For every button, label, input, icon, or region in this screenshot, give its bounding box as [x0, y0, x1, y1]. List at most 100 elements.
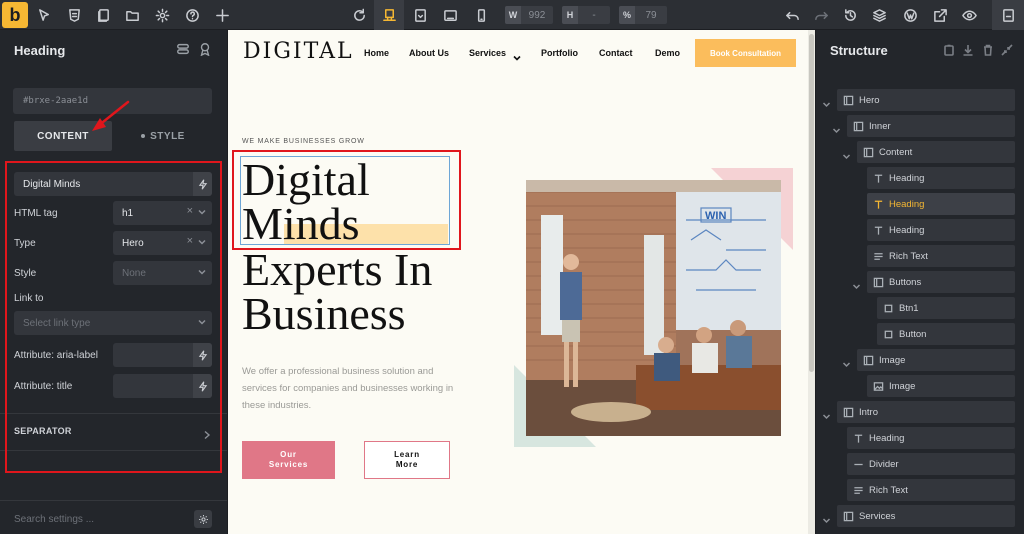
- hero-description[interactable]: We offer a professional business solutio…: [242, 363, 462, 414]
- book-consultation-button[interactable]: Book Consultation: [695, 39, 796, 67]
- structure-item-label: Image: [879, 354, 906, 366]
- collapse-icon[interactable]: [1001, 43, 1013, 56]
- nav-home[interactable]: Home: [364, 48, 389, 58]
- structure-item-heading[interactable]: Heading: [867, 167, 1015, 189]
- tree-toggle-chevron-icon[interactable]: [842, 148, 851, 160]
- wordpress-icon[interactable]: [900, 5, 920, 25]
- refresh-icon[interactable]: [349, 5, 369, 25]
- text-icon: [847, 427, 869, 449]
- structure-item-buttons[interactable]: Buttons: [867, 271, 1015, 293]
- structure-item-rich-text[interactable]: Rich Text: [847, 479, 1015, 501]
- structure-item-heading[interactable]: Heading: [867, 219, 1015, 241]
- structure-item-label: Heading: [889, 198, 925, 210]
- annotation-arrow: [92, 100, 130, 131]
- section-icon: [837, 505, 859, 527]
- nav-contact[interactable]: Contact: [599, 48, 633, 58]
- structure-item-divider[interactable]: Divider: [847, 453, 1015, 475]
- history-icon[interactable]: [840, 5, 860, 25]
- height-value: -: [592, 9, 596, 21]
- help-icon[interactable]: [182, 5, 202, 25]
- structure-item-image[interactable]: Image: [867, 375, 1015, 397]
- zoom-value: 79: [645, 9, 657, 21]
- structure-item-label: Inner: [869, 120, 891, 132]
- structure-item-button[interactable]: Button: [877, 323, 1015, 345]
- shield-icon[interactable]: [64, 5, 84, 25]
- settings-gear-button[interactable]: [194, 510, 212, 528]
- divider: [0, 500, 227, 501]
- structure-item-heading[interactable]: Heading: [867, 193, 1015, 215]
- toggle-icon[interactable]: [176, 42, 190, 56]
- gear-icon[interactable]: [152, 5, 172, 25]
- nav-services[interactable]: Services: [469, 48, 506, 58]
- tree-toggle-chevron-icon[interactable]: [822, 512, 831, 524]
- structure-item-intro[interactable]: Intro: [837, 401, 1015, 423]
- save-icon[interactable]: [998, 5, 1018, 25]
- tree-toggle-chevron-icon[interactable]: [822, 408, 831, 420]
- divider-icon: [847, 453, 869, 475]
- container-icon: [857, 349, 879, 371]
- our-services-button[interactable]: Our Services: [242, 441, 335, 479]
- undo-icon[interactable]: [782, 5, 802, 25]
- style-tab-dot: [141, 134, 146, 138]
- tablet-landscape-icon[interactable]: [410, 5, 430, 25]
- external-link-icon[interactable]: [930, 5, 950, 25]
- structure-item-btn1[interactable]: Btn1: [877, 297, 1015, 319]
- search-settings-input[interactable]: Search settings ...: [14, 514, 94, 525]
- redo-icon[interactable]: [811, 5, 831, 25]
- structure-item-content[interactable]: Content: [857, 141, 1015, 163]
- tree-toggle-chevron-icon[interactable]: [832, 122, 841, 134]
- award-icon[interactable]: [198, 42, 212, 57]
- structure-item-label: Intro: [859, 406, 879, 418]
- tree-toggle-chevron-icon[interactable]: [842, 356, 851, 368]
- structure-item-heading[interactable]: Heading: [847, 427, 1015, 449]
- nav-portfolio[interactable]: Portfolio: [541, 48, 578, 58]
- width-value: 992: [528, 9, 546, 21]
- image-icon: [867, 375, 889, 397]
- learn-more-button[interactable]: Learn More: [364, 441, 450, 479]
- trash-icon[interactable]: [982, 43, 994, 56]
- page-canvas[interactable]: DIGITAL Home About Us Services Portfolio…: [228, 30, 815, 534]
- mobile-icon[interactable]: [471, 5, 491, 25]
- hero-heading-line[interactable]: Experts In: [242, 247, 432, 293]
- structure-item-image[interactable]: Image: [857, 349, 1015, 371]
- structure-item-hero[interactable]: Hero: [837, 89, 1015, 111]
- hero-heading-line[interactable]: Business: [242, 291, 406, 337]
- canvas-scrollbar-thumb[interactable]: [809, 34, 814, 372]
- element-settings-panel: Heading #brxe-2aae1d CONTENT STYLE Digit…: [0, 30, 228, 534]
- builder-logo[interactable]: b: [2, 2, 28, 28]
- preview-eye-icon[interactable]: [959, 5, 979, 25]
- structure-panel: Structure Hero Inner Content Heading Heading…: [815, 30, 1024, 534]
- structure-item-services[interactable]: Services: [837, 505, 1015, 527]
- height-field[interactable]: H -: [562, 6, 610, 24]
- structure-item-rich-text[interactable]: Rich Text: [867, 245, 1015, 267]
- button-line: Our: [280, 450, 297, 459]
- tree-toggle-chevron-icon[interactable]: [852, 278, 861, 290]
- structure-item-label: Rich Text: [889, 250, 928, 262]
- annotation-highlight-box: [5, 161, 222, 473]
- nav-about-us[interactable]: About Us: [409, 48, 449, 58]
- structure-item-label: Button: [899, 328, 927, 340]
- nav-demo[interactable]: Demo: [655, 48, 680, 58]
- annotation-heading-highlight: [232, 150, 461, 250]
- site-logo[interactable]: DIGITAL: [243, 39, 354, 64]
- cursor-icon[interactable]: [34, 5, 54, 25]
- layers-icon[interactable]: [869, 5, 889, 25]
- hero-office-image[interactable]: WIN: [526, 180, 781, 436]
- folder-icon[interactable]: [122, 5, 142, 25]
- button-line: More: [395, 460, 419, 469]
- download-icon[interactable]: [962, 43, 974, 56]
- width-label: W: [505, 6, 521, 24]
- panel-title: Heading: [14, 43, 66, 58]
- zoom-field[interactable]: % 79: [619, 6, 667, 24]
- pages-icon[interactable]: [93, 5, 113, 25]
- structure-item-label: Heading: [889, 172, 925, 184]
- tree-toggle-chevron-icon[interactable]: [822, 96, 831, 108]
- desktop-breakpoint-icon[interactable]: [379, 5, 399, 25]
- tablet-icon[interactable]: [440, 5, 460, 25]
- width-field[interactable]: W 992: [505, 6, 553, 24]
- structure-item-inner[interactable]: Inner: [847, 115, 1015, 137]
- structure-item-label: Divider: [869, 458, 899, 470]
- add-icon[interactable]: [212, 5, 232, 25]
- hero-tagline[interactable]: WE MAKE BUSINESSES GROW: [242, 138, 365, 145]
- clipboard-icon[interactable]: [943, 43, 955, 56]
